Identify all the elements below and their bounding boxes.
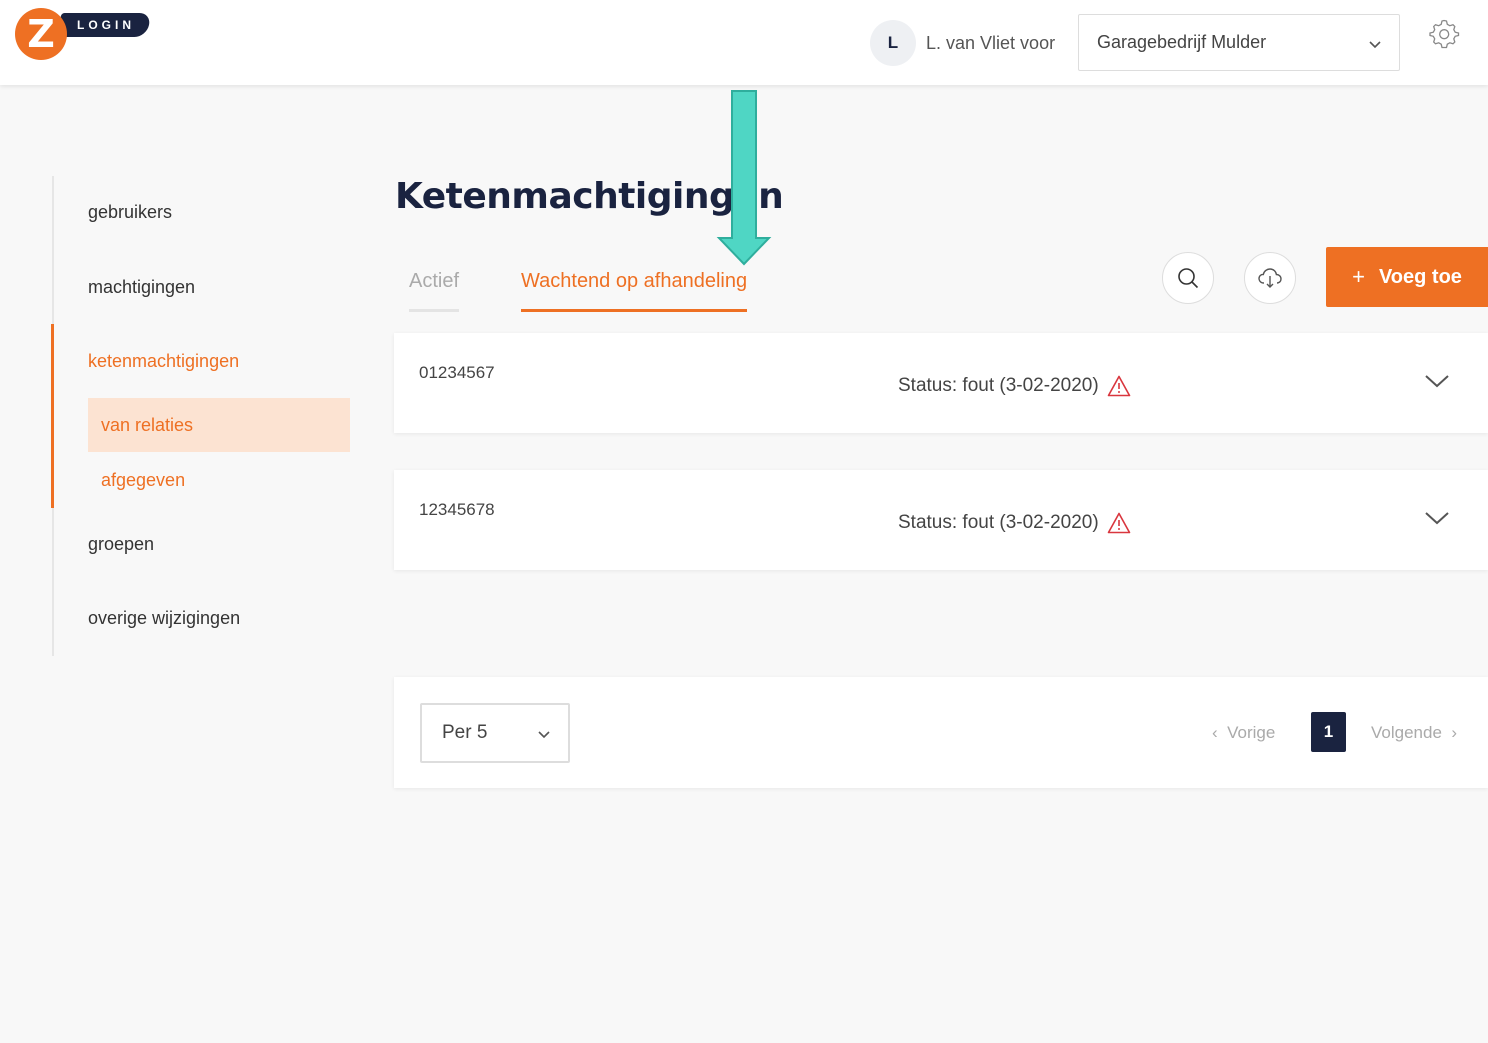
organisation-select[interactable]: Garagebedrijf Mulder — [1078, 14, 1400, 71]
chevron-right-icon: › — [1451, 723, 1458, 742]
list-item[interactable]: 12345678 Status: fout (3-02-2020) — [394, 470, 1488, 570]
pagination-bar: Per 5 ‹ Vorige 1 Volgende › — [394, 677, 1488, 788]
gear-icon[interactable] — [1428, 18, 1460, 50]
cloud-download-icon — [1258, 268, 1282, 288]
row-number: 12345678 — [419, 500, 495, 519]
row-status-text: Status: fout (3-02-2020) — [898, 512, 1099, 533]
previous-page-button[interactable]: ‹ Vorige — [1212, 723, 1275, 743]
avatar[interactable]: L — [870, 20, 916, 66]
add-button-label: Voeg toe — [1378, 265, 1462, 288]
plus-icon: + — [1352, 264, 1365, 289]
list-item[interactable]: 01234567 Status: fout (3-02-2020) — [394, 333, 1488, 433]
row-status: Status: fout (3-02-2020) — [898, 512, 1131, 534]
chevron-down-icon[interactable] — [1424, 508, 1450, 528]
sidebar-item-groepen[interactable]: groepen — [88, 534, 154, 555]
search-icon — [1178, 268, 1199, 289]
row-number: 01234567 — [419, 363, 495, 382]
tab-wachtend-op-afhandeling[interactable]: Wachtend op afhandeling — [521, 270, 748, 312]
sidebar-item-ketenmachtigingen[interactable]: ketenmachtigingen — [88, 351, 239, 372]
organisation-select-value: Garagebedrijf Mulder — [1097, 32, 1267, 52]
sidebar-item-machtigingen[interactable]: machtigingen — [88, 277, 195, 298]
row-status: Status: fout (3-02-2020) — [898, 375, 1131, 397]
annotation-arrow — [716, 90, 772, 266]
per-page-value: Per 5 — [442, 722, 488, 743]
logo-wordmark: LOGIN — [56, 13, 152, 37]
user-name: L. van Vliet voor — [926, 33, 1056, 53]
download-button[interactable] — [1244, 252, 1296, 304]
warning-icon — [1107, 512, 1130, 534]
per-page-select[interactable]: Per 5 — [420, 703, 570, 763]
sidebar-subitem-afgegeven[interactable]: afgegeven — [88, 453, 350, 507]
add-button[interactable]: + Voeg toe — [1326, 247, 1488, 307]
page-number-current[interactable]: 1 — [1311, 712, 1346, 752]
next-page-button[interactable]: Volgende › — [1371, 723, 1457, 743]
logo-circle: Z — [15, 8, 67, 60]
chevron-down-icon[interactable] — [1424, 371, 1450, 391]
zlogin-logo[interactable]: Z LOGIN — [15, 8, 152, 60]
previous-page-label: Vorige — [1227, 723, 1276, 742]
chevron-left-icon: ‹ — [1212, 723, 1218, 742]
sidebar-item-overige-wijzigingen[interactable]: overige wijzigingen — [88, 608, 240, 629]
logo-text: LOGIN — [77, 18, 135, 32]
sidebar-subitem-label: afgegeven — [101, 469, 186, 490]
sidebar-active-indicator — [51, 324, 54, 508]
sidebar-item-gebruikers[interactable]: gebruikers — [88, 202, 172, 223]
sidebar-subitem-label: van relaties — [101, 414, 194, 435]
tab-actief[interactable]: Actief — [409, 270, 460, 312]
chevron-down-icon — [538, 727, 550, 742]
search-button[interactable] — [1162, 252, 1214, 304]
warning-icon — [1107, 375, 1130, 397]
chevron-down-icon — [1369, 37, 1381, 52]
top-bar: Z LOGIN L L. van Vliet voor Garagebedrij… — [0, 0, 1488, 85]
next-page-label: Volgende — [1371, 723, 1442, 742]
sidebar-subitem-van-relaties[interactable]: van relaties — [88, 398, 350, 452]
row-status-text: Status: fout (3-02-2020) — [898, 375, 1099, 396]
